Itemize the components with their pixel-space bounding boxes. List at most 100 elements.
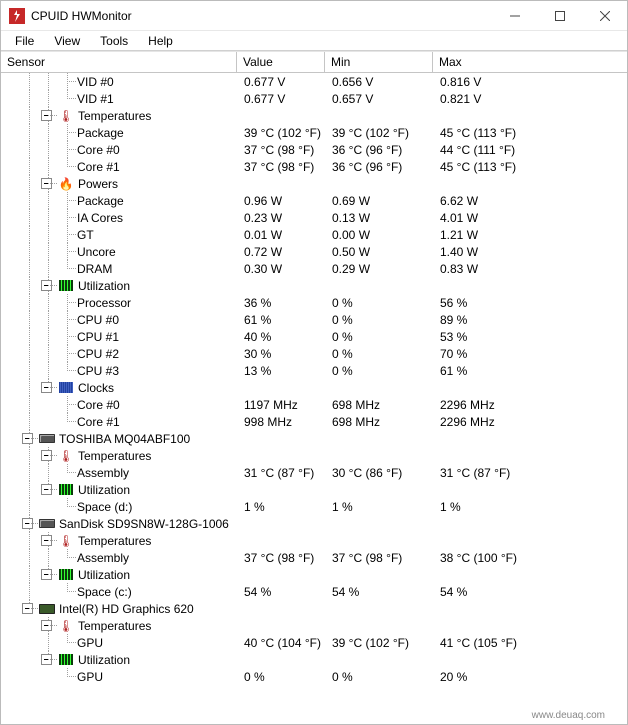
min-cell: 698 MHz	[326, 398, 434, 412]
tree-row[interactable]: Utilization	[1, 481, 627, 498]
expand-toggle[interactable]	[22, 433, 33, 444]
expand-toggle[interactable]	[41, 484, 52, 495]
tree-row[interactable]: 🌡Temperatures	[1, 447, 627, 464]
close-button[interactable]	[582, 1, 627, 31]
min-cell: 0.657 V	[326, 92, 434, 106]
row-label: Utilization	[78, 568, 130, 582]
expand-toggle[interactable]	[41, 280, 52, 291]
tree-row[interactable]: Core #1998 MHz698 MHz2296 MHz	[1, 413, 627, 430]
tree-row[interactable]: Package0.96 W0.69 W6.62 W	[1, 192, 627, 209]
tree-row[interactable]: Assembly37 °C (98 °F)37 °C (98 °F)38 °C …	[1, 549, 627, 566]
min-cell: 0.69 W	[326, 194, 434, 208]
drive-icon	[39, 517, 55, 531]
menu-tools[interactable]: Tools	[90, 32, 138, 50]
tree-row[interactable]: Space (c:)54 %54 %54 %	[1, 583, 627, 600]
min-cell: 37 °C (98 °F)	[326, 551, 434, 565]
tree-row[interactable]: Utilization	[1, 277, 627, 294]
tree-row[interactable]: Utilization	[1, 566, 627, 583]
max-cell: 20 %	[434, 670, 554, 684]
tree-row[interactable]: Assembly31 °C (87 °F)30 °C (86 °F)31 °C …	[1, 464, 627, 481]
menu-help[interactable]: Help	[138, 32, 183, 50]
row-label: Core #0	[77, 398, 120, 412]
sensor-tree[interactable]: VID #00.677 V0.656 V0.816 VVID #10.677 V…	[1, 73, 627, 712]
value-cell: 37 °C (98 °F)	[238, 160, 326, 174]
thermometer-icon: 🌡	[58, 109, 74, 123]
tree-row[interactable]: 🌡Temperatures	[1, 617, 627, 634]
row-label: CPU #1	[77, 330, 119, 344]
row-label: GT	[77, 228, 94, 242]
tree-row[interactable]: CPU #230 %0 %70 %	[1, 345, 627, 362]
expand-toggle[interactable]	[22, 603, 33, 614]
tree-row[interactable]: 🔥Powers	[1, 175, 627, 192]
row-label: Assembly	[77, 551, 129, 565]
value-cell: 0.01 W	[238, 228, 326, 242]
tree-row[interactable]: Intel(R) HD Graphics 620	[1, 600, 627, 617]
row-label: Temperatures	[78, 449, 151, 463]
row-label: Utilization	[78, 653, 130, 667]
row-label: GPU	[77, 636, 103, 650]
expand-toggle[interactable]	[41, 450, 52, 461]
row-label: Package	[77, 126, 124, 140]
tree-row[interactable]: Package39 °C (102 °F)39 °C (102 °F)45 °C…	[1, 124, 627, 141]
max-cell: 54 %	[434, 585, 554, 599]
tree-row[interactable]: GT0.01 W0.00 W1.21 W	[1, 226, 627, 243]
tree-row[interactable]: Clocks	[1, 379, 627, 396]
menu-file[interactable]: File	[5, 32, 44, 50]
min-cell: 54 %	[326, 585, 434, 599]
value-cell: 40 °C (104 °F)	[238, 636, 326, 650]
value-cell: 40 %	[238, 330, 326, 344]
tree-row[interactable]: SanDisk SD9SN8W-128G-1006	[1, 515, 627, 532]
expand-toggle[interactable]	[41, 382, 52, 393]
min-cell: 0 %	[326, 364, 434, 378]
expand-toggle[interactable]	[41, 535, 52, 546]
value-cell: 0.23 W	[238, 211, 326, 225]
value-cell: 61 %	[238, 313, 326, 327]
maximize-icon	[555, 11, 565, 21]
minimize-button[interactable]	[492, 1, 537, 31]
column-headers: Sensor Value Min Max	[1, 51, 627, 73]
row-label: CPU #0	[77, 313, 119, 327]
min-cell: 0 %	[326, 670, 434, 684]
tree-row[interactable]: CPU #140 %0 %53 %	[1, 328, 627, 345]
max-cell: 31 °C (87 °F)	[434, 466, 554, 480]
max-cell: 1.40 W	[434, 245, 554, 259]
menu-view[interactable]: View	[44, 32, 90, 50]
value-cell: 1 %	[238, 500, 326, 514]
min-cell: 0.00 W	[326, 228, 434, 242]
expand-toggle[interactable]	[41, 620, 52, 631]
col-sensor[interactable]: Sensor	[1, 52, 237, 72]
maximize-button[interactable]	[537, 1, 582, 31]
tree-row[interactable]: TOSHIBA MQ04ABF100	[1, 430, 627, 447]
tree-row[interactable]: DRAM0.30 W0.29 W0.83 W	[1, 260, 627, 277]
row-label: Core #1	[77, 415, 120, 429]
tree-row[interactable]: 🌡Temperatures	[1, 532, 627, 549]
col-value[interactable]: Value	[237, 52, 325, 72]
tree-row[interactable]: CPU #061 %0 %89 %	[1, 311, 627, 328]
tree-row[interactable]: GPU0 %0 %20 %	[1, 668, 627, 685]
value-cell: 0.72 W	[238, 245, 326, 259]
expand-toggle[interactable]	[41, 178, 52, 189]
tree-row[interactable]: VID #00.677 V0.656 V0.816 V	[1, 73, 627, 90]
utilization-icon	[58, 568, 74, 582]
expand-toggle[interactable]	[41, 569, 52, 580]
row-label: VID #1	[77, 92, 114, 106]
expand-toggle[interactable]	[41, 654, 52, 665]
tree-row[interactable]: 🌡Temperatures	[1, 107, 627, 124]
tree-row[interactable]: Core #137 °C (98 °F)36 °C (96 °F)45 °C (…	[1, 158, 627, 175]
col-max[interactable]: Max	[433, 52, 597, 72]
tree-row[interactable]: GPU40 °C (104 °F)39 °C (102 °F)41 °C (10…	[1, 634, 627, 651]
watermark: www.deuaq.com	[528, 709, 609, 723]
tree-row[interactable]: Utilization	[1, 651, 627, 668]
expand-toggle[interactable]	[41, 110, 52, 121]
tree-row[interactable]: Core #037 °C (98 °F)36 °C (96 °F)44 °C (…	[1, 141, 627, 158]
tree-row[interactable]: Space (d:)1 %1 %1 %	[1, 498, 627, 515]
tree-row[interactable]: Processor36 %0 %56 %	[1, 294, 627, 311]
tree-row[interactable]: IA Cores0.23 W0.13 W4.01 W	[1, 209, 627, 226]
expand-toggle[interactable]	[22, 518, 33, 529]
tree-row[interactable]: Uncore0.72 W0.50 W1.40 W	[1, 243, 627, 260]
tree-row[interactable]: Core #01197 MHz698 MHz2296 MHz	[1, 396, 627, 413]
tree-row[interactable]: VID #10.677 V0.657 V0.821 V	[1, 90, 627, 107]
tree-row[interactable]: CPU #313 %0 %61 %	[1, 362, 627, 379]
min-cell: 30 °C (86 °F)	[326, 466, 434, 480]
col-min[interactable]: Min	[325, 52, 433, 72]
